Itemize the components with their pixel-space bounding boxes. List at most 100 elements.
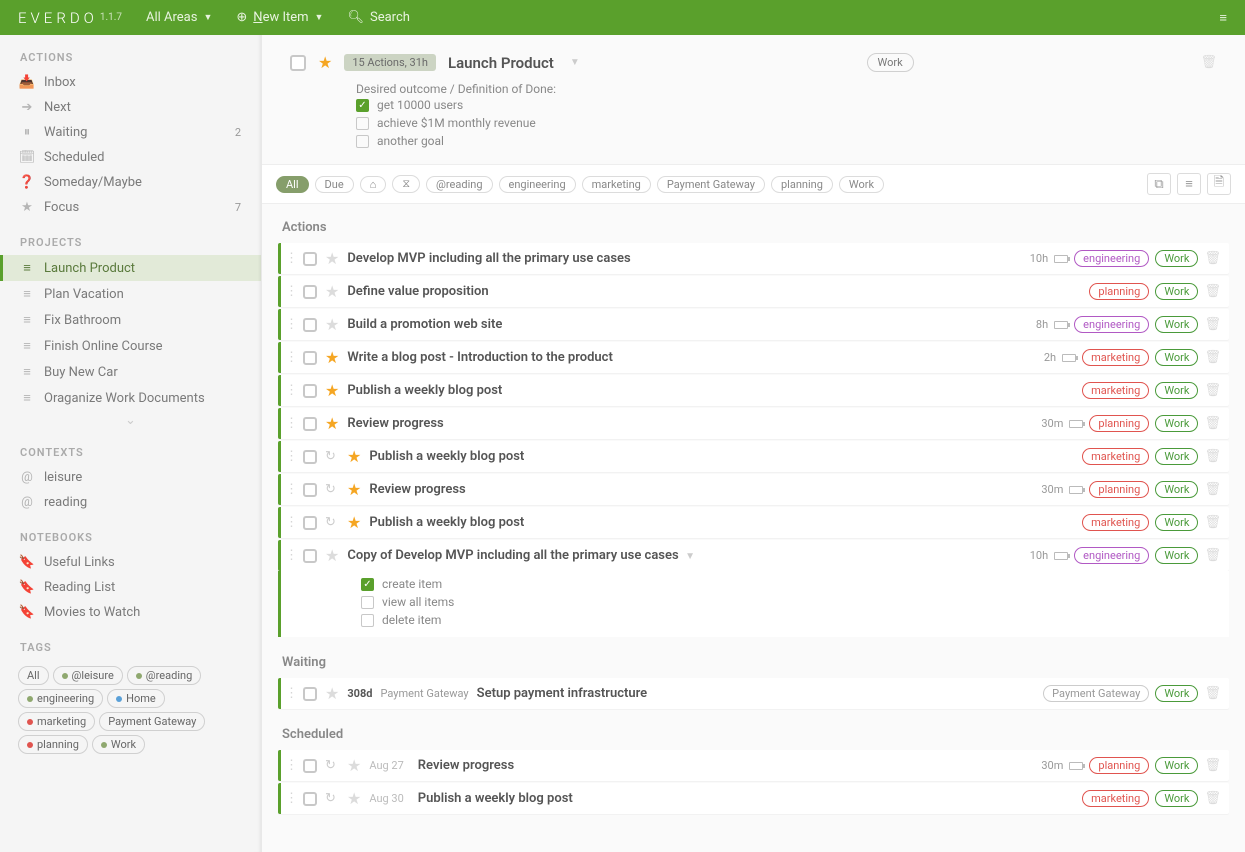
sliders-icon[interactable]: ≡ — [1177, 173, 1201, 195]
task-row[interactable]: ⋮⋮ ↻ ★ Publish a weekly blog post market… — [278, 507, 1229, 538]
star-icon[interactable]: ★ — [347, 789, 361, 808]
menu-toggle[interactable]: ≡ — [1219, 10, 1227, 26]
drag-handle-icon[interactable]: ⋮⋮ — [285, 791, 295, 806]
sidebar-item-focus[interactable]: ★ Focus 7 — [0, 195, 261, 220]
label-engineering[interactable]: engineering — [1074, 547, 1149, 564]
star-icon[interactable]: ★ — [347, 756, 361, 775]
checkbox-icon[interactable]: ✓ — [356, 99, 369, 112]
filter-tag-icon[interactable]: ⌂ — [360, 176, 387, 193]
checkbox-icon[interactable] — [361, 596, 374, 609]
star-icon[interactable]: ★ — [347, 513, 361, 532]
sidebar-project-plan-vacation[interactable]: ≡ Plan Vacation — [0, 281, 261, 307]
chevron-down-icon[interactable]: ▼ — [570, 57, 580, 68]
sidebar-notebook-reading-list[interactable]: 🔖 Reading List — [0, 575, 261, 600]
filter-chip-marketing[interactable]: marketing — [582, 176, 651, 193]
drag-handle-icon[interactable]: ⋮⋮ — [285, 416, 295, 431]
task-row[interactable]: ⋮⋮ ↻ ★ Aug 30 Publish a weekly blog post… — [278, 783, 1229, 814]
task-row[interactable]: ⋮⋮ ★ Write a blog post - Introduction to… — [278, 342, 1229, 373]
trash-icon[interactable]: 🗑 — [1204, 383, 1221, 398]
drag-handle-icon[interactable]: ⋮⋮ — [285, 317, 295, 332]
star-icon[interactable]: ★ — [325, 684, 339, 703]
trash-icon[interactable]: 🗑 — [1204, 515, 1221, 530]
filter-time-icon[interactable]: ⧖ — [392, 175, 420, 193]
label-work[interactable]: Work — [1155, 547, 1198, 564]
star-icon[interactable]: ★ — [325, 381, 339, 400]
sidebar-project-fix-bathroom[interactable]: ≡ Fix Bathroom — [0, 307, 261, 333]
label-work[interactable]: Work — [1155, 514, 1198, 531]
sidebar-project-oraganize-work-documents[interactable]: ≡ Oraganize Work Documents — [0, 385, 261, 411]
label-marketing[interactable]: marketing — [1082, 382, 1149, 399]
trash-icon[interactable]: 🗑 — [1204, 482, 1221, 497]
tag-planning[interactable]: planning — [18, 735, 88, 754]
sidebar-notebook-useful-links[interactable]: 🔖 Useful Links — [0, 550, 261, 575]
label-marketing[interactable]: marketing — [1082, 448, 1149, 465]
sidebar-item-someday-maybe[interactable]: ❓ Someday/Maybe — [0, 170, 261, 195]
tag-marketing[interactable]: marketing — [18, 712, 95, 731]
star-icon[interactable]: ★ — [325, 546, 339, 565]
subitem[interactable]: delete item — [361, 611, 1221, 629]
drag-handle-icon[interactable]: ⋮⋮ — [285, 515, 295, 530]
task-checkbox[interactable] — [303, 549, 317, 563]
task-row[interactable]: ⋮⋮ ★ Develop MVP including all the prima… — [278, 243, 1229, 274]
label-planning[interactable]: planning — [1089, 757, 1149, 774]
sidebar-context-reading[interactable]: @ reading — [0, 490, 261, 515]
filter-chip-engineering[interactable]: engineering — [499, 176, 576, 193]
subitem[interactable]: view all items — [361, 593, 1221, 611]
sidebar-item-waiting[interactable]: ⏸ Waiting 2 — [0, 120, 261, 145]
task-checkbox[interactable] — [303, 450, 317, 464]
label-work[interactable]: Work — [1155, 415, 1198, 432]
sidebar-notebook-movies-to-watch[interactable]: 🔖 Movies to Watch — [0, 600, 261, 625]
task-checkbox[interactable] — [303, 516, 317, 530]
task-checkbox[interactable] — [303, 252, 317, 266]
outcome-item[interactable]: ✓ get 10000 users — [356, 96, 1217, 114]
label-marketing[interactable]: marketing — [1082, 514, 1149, 531]
task-checkbox[interactable] — [303, 792, 317, 806]
star-icon[interactable]: ★ — [347, 447, 361, 466]
label-work[interactable]: Work — [1155, 685, 1198, 702]
trash-icon[interactable]: 🗑 — [1204, 791, 1221, 806]
copy-icon[interactable]: ⧉ — [1147, 173, 1171, 195]
star-icon[interactable]: ★ — [325, 249, 339, 268]
task-row[interactable]: ⋮⋮ ↻ ★ Aug 27 Review progress 30m planni… — [278, 750, 1229, 781]
label-work[interactable]: Work — [1155, 316, 1198, 333]
drag-handle-icon[interactable]: ⋮⋮ — [285, 548, 295, 563]
note-icon[interactable]: 🗎 — [1207, 173, 1231, 195]
tag--reading[interactable]: @reading — [127, 666, 201, 685]
task-row[interactable]: ⋮⋮ ★ Build a promotion web site 8h engin… — [278, 309, 1229, 340]
drag-handle-icon[interactable]: ⋮⋮ — [285, 482, 295, 497]
sidebar-context-leisure[interactable]: @ leisure — [0, 465, 261, 490]
label-payment-gateway[interactable]: Payment Gateway — [1043, 685, 1149, 702]
label-engineering[interactable]: engineering — [1074, 316, 1149, 333]
subitem[interactable]: ✓ create item — [361, 575, 1221, 593]
label-work[interactable]: Work — [1155, 790, 1198, 807]
checkbox-icon[interactable] — [356, 117, 369, 130]
drag-handle-icon[interactable]: ⋮⋮ — [285, 686, 295, 701]
task-checkbox[interactable] — [303, 384, 317, 398]
label-work[interactable]: Work — [1155, 757, 1198, 774]
star-icon[interactable]: ★ — [325, 315, 339, 334]
task-row[interactable]: ⋮⋮ ↻ ★ Review progress 30m planningWork … — [278, 474, 1229, 505]
drag-handle-icon[interactable]: ⋮⋮ — [285, 350, 295, 365]
label-work[interactable]: Work — [1155, 349, 1198, 366]
trash-icon[interactable]: 🗑 — [1204, 251, 1221, 266]
star-icon[interactable]: ★ — [325, 414, 339, 433]
tag-home[interactable]: Home — [107, 689, 165, 708]
chevron-down-icon[interactable]: ▼ — [683, 551, 695, 562]
trash-icon[interactable]: 🗑 — [1204, 758, 1221, 773]
projects-collapse[interactable]: ⌄ — [0, 411, 261, 430]
label-work[interactable]: Work — [1155, 481, 1198, 498]
outcome-item[interactable]: achieve $1M monthly revenue — [356, 114, 1217, 132]
label-work[interactable]: Work — [1155, 382, 1198, 399]
task-checkbox[interactable] — [303, 759, 317, 773]
trash-icon[interactable]: 🗑 — [1204, 350, 1221, 365]
filter-chip-work[interactable]: Work — [839, 176, 884, 193]
trash-icon[interactable]: 🗑 — [1204, 686, 1221, 701]
checkbox-icon[interactable] — [356, 135, 369, 148]
drag-handle-icon[interactable]: ⋮⋮ — [285, 284, 295, 299]
trash-icon[interactable]: 🗑 — [1204, 284, 1221, 299]
sidebar-item-scheduled[interactable]: 🗓 Scheduled — [0, 145, 261, 170]
label-marketing[interactable]: marketing — [1082, 349, 1149, 366]
filter-due[interactable]: Due — [315, 176, 354, 193]
task-row[interactable]: ⋮⋮ ★ 308d Payment Gateway Setup payment … — [278, 678, 1229, 709]
area-chip[interactable]: Work — [867, 53, 914, 72]
